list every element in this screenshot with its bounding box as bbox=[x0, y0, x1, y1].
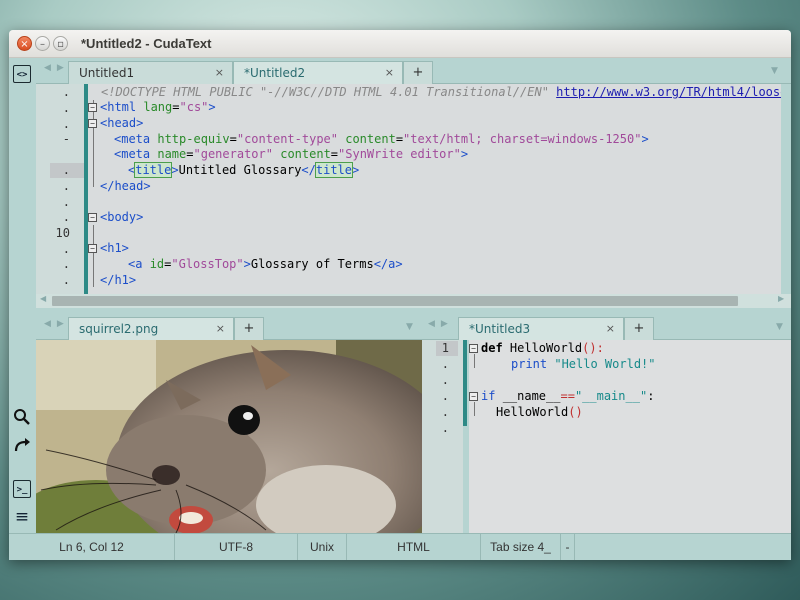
minimize-icon: – bbox=[40, 39, 45, 50]
line-number: . bbox=[441, 405, 449, 419]
tabs-dropdown-icon[interactable]: ▼ bbox=[771, 66, 778, 76]
line-number: . bbox=[62, 257, 70, 271]
line-number: . bbox=[441, 421, 449, 435]
window-close-button[interactable]: × bbox=[17, 36, 32, 51]
line-number: 1 bbox=[441, 341, 449, 355]
window-minimize-button[interactable]: – bbox=[35, 36, 50, 51]
line-number: . bbox=[62, 179, 70, 193]
search-icon[interactable] bbox=[11, 408, 33, 430]
line-number: . bbox=[441, 357, 449, 371]
code-line: − <h1> bbox=[88, 241, 129, 257]
tab-close-icon[interactable]: × bbox=[215, 62, 224, 84]
line-number: . bbox=[62, 101, 70, 115]
line-number: . bbox=[441, 373, 449, 387]
tab-label: Untitled1 bbox=[79, 66, 135, 80]
string-literal: "__main__" bbox=[574, 389, 648, 403]
code-line: − if __name__=="__main__": bbox=[469, 389, 654, 405]
tab-label: squirrel2.png bbox=[79, 322, 159, 336]
code-line: </head> bbox=[100, 179, 151, 193]
tab-squirrel[interactable]: squirrel2.png × bbox=[68, 317, 234, 340]
squirrel-image bbox=[36, 340, 422, 533]
doctype-url-link[interactable]: http://www.w3.org/TR/html4/loose.dtd bbox=[556, 85, 781, 99]
line-number: . bbox=[62, 163, 70, 177]
line-number: . bbox=[441, 389, 449, 403]
html-editor[interactable]: <!DOCTYPE HTML PUBLIC "-//W3C//DTD HTML … bbox=[88, 84, 781, 294]
status-lexer[interactable]: HTML bbox=[347, 534, 481, 560]
tab-close-icon[interactable]: × bbox=[216, 318, 225, 340]
new-tab-button[interactable]: + bbox=[234, 317, 264, 340]
status-tab-size[interactable]: Tab size 4_ bbox=[481, 534, 561, 560]
line-number: 10 bbox=[55, 226, 70, 240]
tab-nav-arrows-icon[interactable]: ◀▶ bbox=[44, 319, 70, 329]
line-number: . bbox=[62, 85, 70, 99]
console-icon[interactable]: >_ bbox=[13, 480, 31, 498]
code-line: </h1> bbox=[100, 273, 137, 287]
line-number: . bbox=[62, 273, 70, 287]
title-bar: × – ▫ *Untitled2 - CudaText bbox=[9, 30, 791, 58]
python-editor[interactable]: − def HelloWorld(): print "Hello World!" … bbox=[469, 340, 791, 533]
tab-close-icon[interactable]: × bbox=[385, 62, 394, 84]
new-tab-button[interactable]: + bbox=[403, 61, 433, 84]
maximize-icon: ▫ bbox=[57, 39, 64, 50]
scroll-right-icon[interactable]: ▶ bbox=[778, 294, 784, 303]
scroll-left-icon[interactable]: ◀ bbox=[40, 294, 46, 303]
name-variable: __name__ bbox=[502, 389, 561, 403]
string-literal: "Hello World!" bbox=[554, 357, 656, 371]
image-tab-bar: ◀▶ squirrel2.png × + ▼ bbox=[36, 314, 422, 340]
status-extra[interactable]: - bbox=[561, 534, 575, 560]
tab-untitled2[interactable]: *Untitled2 × bbox=[233, 61, 403, 84]
html-horizontal-scrollbar[interactable]: ◀ ▶ bbox=[36, 294, 791, 308]
modified-lines-bar bbox=[463, 340, 467, 426]
python-gutter: 1 . . . . . bbox=[422, 340, 463, 533]
tabs-dropdown-icon[interactable]: ▼ bbox=[776, 322, 783, 332]
doctype-text: <!DOCTYPE HTML PUBLIC "-//W3C//DTD HTML … bbox=[101, 85, 549, 99]
tab-untitled3[interactable]: *Untitled3 × bbox=[458, 317, 624, 340]
tab-label: *Untitled3 bbox=[469, 322, 531, 336]
scrollbar-thumb[interactable] bbox=[52, 296, 738, 306]
redo-icon[interactable] bbox=[11, 436, 33, 458]
status-line-ending[interactable]: Unix bbox=[298, 534, 347, 560]
window-title: *Untitled2 - CudaText bbox=[81, 36, 212, 51]
code-line: − <html lang="cs"> bbox=[88, 100, 216, 116]
code-line: <!DOCTYPE HTML PUBLIC "-//W3C//DTD HTML … bbox=[101, 85, 781, 101]
line-number: . bbox=[62, 210, 70, 224]
tab-untitled1[interactable]: Untitled1 × bbox=[68, 61, 233, 84]
code-line: <meta name="generator" content="SynWrite… bbox=[114, 147, 469, 161]
line-number: - bbox=[62, 132, 70, 146]
code-line: print "Hello World!" bbox=[511, 357, 656, 371]
code-line: − <body> bbox=[88, 210, 143, 226]
python-tab-bar: ◀▶ *Untitled3 × + ▼ bbox=[422, 314, 791, 340]
heading-text: Glossary of Terms bbox=[250, 257, 374, 271]
line-number: . bbox=[62, 117, 70, 131]
line-number: . bbox=[62, 242, 70, 256]
function-name: HelloWorld bbox=[509, 341, 583, 355]
status-position[interactable]: Ln 6, Col 12 bbox=[9, 534, 175, 560]
code-line: <a id="GlossTop">Glossary of Terms</a> bbox=[128, 257, 403, 271]
new-tab-button[interactable]: + bbox=[624, 317, 654, 340]
status-bar: Ln 6, Col 12 UTF-8 Unix HTML Tab size 4_… bbox=[9, 533, 791, 560]
function-call: HelloWorld bbox=[496, 405, 569, 419]
tab-nav-arrows-icon[interactable]: ◀▶ bbox=[44, 63, 70, 73]
top-tab-bar: ◀▶ Untitled1 × *Untitled2 × + ▼ bbox=[36, 58, 791, 84]
code-toggle-icon[interactable]: <> bbox=[13, 65, 31, 83]
tab-nav-arrows-icon[interactable]: ◀▶ bbox=[428, 319, 454, 329]
code-line: <meta http-equiv="content-type" content=… bbox=[114, 132, 649, 146]
app-window: × – ▫ *Untitled2 - CudaText <> >_ ≡ ✓ ◀▶… bbox=[9, 30, 791, 560]
sidebar: <> >_ ≡ ✓ bbox=[9, 58, 36, 559]
close-icon: × bbox=[20, 39, 29, 50]
window-maximize-button[interactable]: ▫ bbox=[53, 36, 68, 51]
code-line: − <head> bbox=[88, 116, 143, 132]
tab-close-icon[interactable]: × bbox=[606, 318, 615, 340]
line-number: . bbox=[62, 195, 70, 209]
code-line: <title>Untitled Glossary</title> bbox=[128, 162, 360, 178]
code-line: HelloWorld() bbox=[496, 405, 583, 419]
tab-label: *Untitled2 bbox=[244, 66, 306, 80]
menu-icon[interactable]: ≡ bbox=[11, 506, 33, 528]
title-text: Untitled Glossary bbox=[178, 163, 302, 177]
tabs-dropdown-icon[interactable]: ▼ bbox=[406, 322, 413, 332]
code-line: − def HelloWorld(): bbox=[469, 341, 604, 357]
status-encoding[interactable]: UTF-8 bbox=[175, 534, 298, 560]
html-gutter: . . . - . . . . 10 . . . bbox=[36, 84, 84, 294]
